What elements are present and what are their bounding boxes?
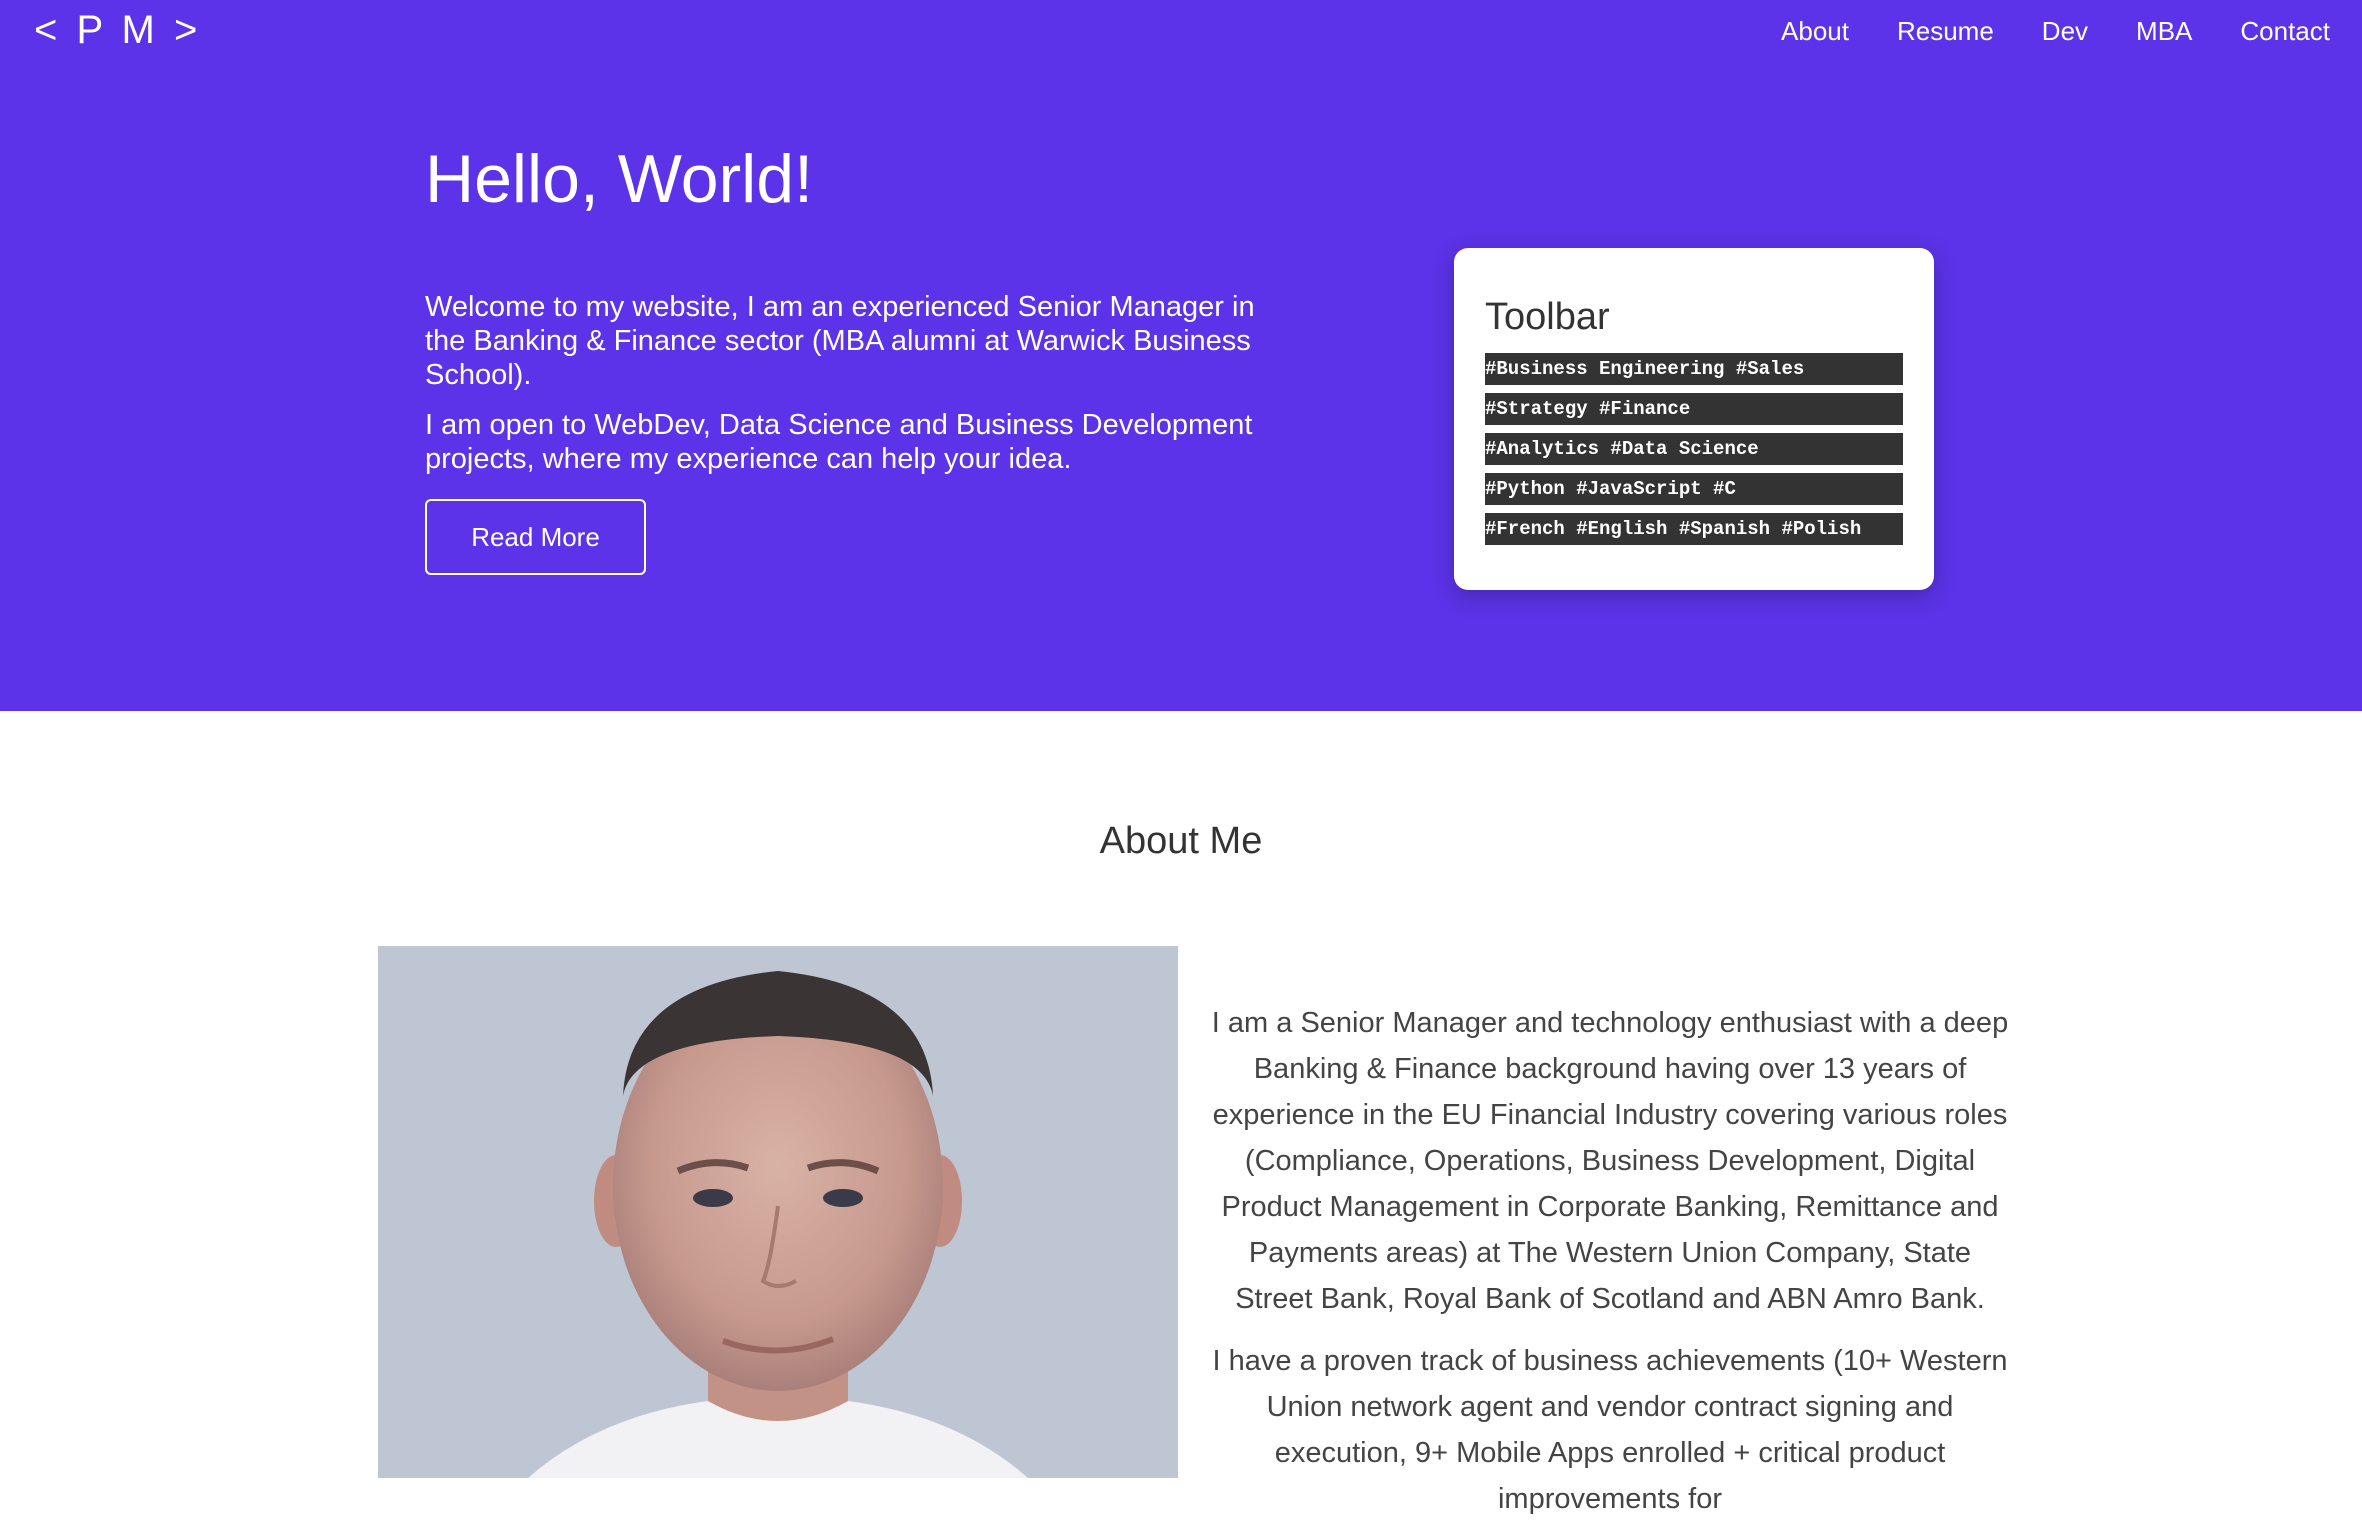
hero-title: Hello, World! xyxy=(425,141,813,217)
toolbar-card: Toolbar #Business Engineering #Sales #St… xyxy=(1454,248,1934,590)
nav-link-dev[interactable]: Dev xyxy=(2042,16,2088,47)
nav-link-mba[interactable]: MBA xyxy=(2136,16,2192,47)
toolbar-tag-row: #Business Engineering #Sales xyxy=(1485,353,1903,385)
about-section-title: About Me xyxy=(1099,820,1263,862)
hero-section: < P M > About Resume Dev MBA Contact Hel… xyxy=(0,0,2362,711)
about-paragraph: I am a Senior Manager and technology ent… xyxy=(1211,1007,2009,1315)
nav-link-resume[interactable]: Resume xyxy=(1897,16,1994,47)
nav-link-about[interactable]: About xyxy=(1781,16,1849,47)
about-paragraph: I have a proven track of business achiev… xyxy=(1212,1345,2008,1515)
toolbar-tag-row: #Analytics #Data Science xyxy=(1485,433,1903,465)
about-text: I am a Senior Manager and technology ent… xyxy=(1210,1000,2010,1538)
site-logo[interactable]: < P M > xyxy=(34,8,201,53)
hero-paragraph: I am open to WebDev, Data Science and Bu… xyxy=(425,409,1253,475)
read-more-button[interactable]: Read More xyxy=(425,499,646,575)
toolbar-tag-row: #Strategy #Finance xyxy=(1485,393,1903,425)
hero-intro: Welcome to my website, I am an experienc… xyxy=(425,290,1295,492)
hero-paragraph: Welcome to my website, I am an experienc… xyxy=(425,291,1255,391)
profile-photo xyxy=(378,946,1178,1478)
nav-link-contact[interactable]: Contact xyxy=(2240,16,2330,47)
toolbar-tag-row: #Python #JavaScript #C xyxy=(1485,473,1903,505)
toolbar-tag-row: #French #English #Spanish #Polish xyxy=(1485,513,1903,545)
profile-photo-illustration xyxy=(378,946,1178,1478)
main-nav: About Resume Dev MBA Contact xyxy=(1781,16,2330,47)
toolbar-title: Toolbar xyxy=(1485,296,1610,338)
